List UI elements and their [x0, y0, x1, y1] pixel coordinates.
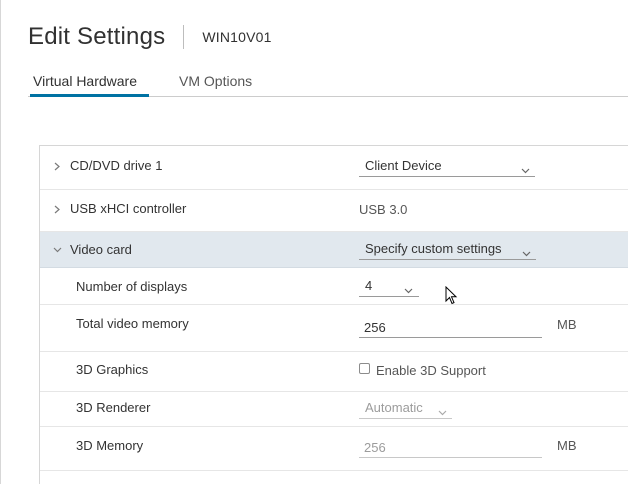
3d-renderer-label: 3D Renderer [76, 400, 151, 415]
3d-renderer-select[interactable]: Automatic [359, 398, 452, 419]
usb-controller-label: USB xHCI controller [70, 201, 187, 216]
active-tab-indicator [30, 94, 149, 97]
row-total-video-memory: Total video memory 256 MB [40, 305, 628, 352]
video-card-settings-select[interactable]: Specify custom settings [359, 239, 536, 260]
tab-vm-options[interactable]: VM Options [179, 73, 252, 97]
hardware-list: CD/DVD drive 1 Client Device USB xHCI co… [39, 145, 628, 484]
video-memory-unit: MB [557, 317, 577, 332]
3d-memory-label: 3D Memory [76, 438, 144, 453]
vm-name: WIN10V01 [202, 29, 272, 45]
number-of-displays-value: 4 [365, 278, 373, 293]
row-3d-graphics: 3D Graphics Enable 3D Support [40, 352, 628, 392]
enable-3d-support-label[interactable]: Enable 3D Support [376, 363, 486, 378]
cd-dvd-label: CD/DVD drive 1 [70, 158, 163, 173]
total-video-memory-label: Total video memory [76, 316, 189, 331]
row-usb-controller[interactable]: USB xHCI controller USB 3.0 [40, 190, 628, 232]
3d-memory-unit: MB [557, 438, 577, 453]
total-video-memory-value: 256 [364, 320, 386, 335]
3d-memory-input[interactable]: 256 [359, 436, 542, 458]
video-card-settings-value: Specify custom settings [365, 241, 502, 256]
chevron-down-icon [522, 245, 531, 260]
chevron-right-icon[interactable] [53, 205, 61, 214]
3d-memory-value: 256 [364, 440, 386, 455]
number-of-displays-label: Number of displays [76, 279, 188, 294]
row-video-card[interactable]: Video card Specify custom settings [40, 232, 628, 268]
mouse-pointer-icon [445, 285, 458, 306]
cd-dvd-type-value: Client Device [365, 158, 442, 173]
cd-dvd-type-select[interactable]: Client Device [359, 156, 535, 177]
header-divider [183, 25, 185, 49]
chevron-down-icon[interactable] [53, 246, 62, 254]
row-3d-memory: 3D Memory 256 MB [40, 427, 628, 471]
dialog-header: Edit Settings WIN10V01 [28, 20, 272, 54]
chevron-down-icon [521, 162, 530, 177]
chevron-down-icon [438, 404, 447, 419]
row-cd-dvd-drive[interactable]: CD/DVD drive 1 Client Device [40, 146, 628, 190]
video-card-label: Video card [70, 242, 132, 257]
row-3d-renderer: 3D Renderer Automatic [40, 392, 628, 427]
3d-graphics-label: 3D Graphics [76, 362, 149, 377]
tab-bar: Virtual Hardware VM Options [1, 66, 628, 97]
chevron-right-icon[interactable] [53, 162, 61, 171]
3d-renderer-value: Automatic [365, 400, 423, 415]
enable-3d-support-checkbox[interactable] [359, 363, 370, 374]
dialog-title: Edit Settings [28, 23, 166, 50]
number-of-displays-select[interactable]: 4 [359, 276, 419, 297]
total-video-memory-input[interactable]: 256 [359, 316, 542, 338]
usb-controller-value: USB 3.0 [359, 202, 408, 217]
chevron-down-icon [404, 282, 413, 297]
row-number-of-displays: Number of displays 4 [40, 268, 628, 305]
edit-settings-dialog: Edit Settings WIN10V01 Virtual Hardware … [0, 0, 628, 484]
